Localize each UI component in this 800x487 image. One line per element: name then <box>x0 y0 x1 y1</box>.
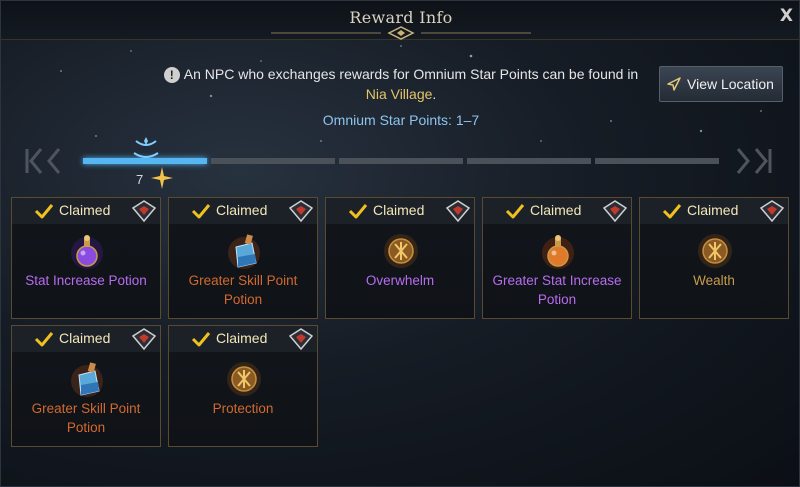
reward-name: Greater Skill Point Potion <box>171 271 315 309</box>
reward-name-line1: Protection <box>212 401 274 416</box>
tier-badge-icon <box>288 200 314 227</box>
claimed-status: Claimed <box>687 202 739 218</box>
tier-badge-icon <box>131 328 157 355</box>
notice-text: An NPC who exchanges rewards for Omnium … <box>183 66 639 82</box>
reward-name-line1: Wealth <box>693 273 735 288</box>
claimed-status: Claimed <box>59 330 111 346</box>
check-icon <box>34 203 54 224</box>
reward-name: Stat Increase Potion <box>14 271 158 290</box>
card-header: Claimed <box>640 198 788 224</box>
rune-icon <box>693 229 737 273</box>
last-page-chevron-icon[interactable] <box>730 145 780 177</box>
reward-card[interactable]: Claimed Greater Stat Increase Potion <box>482 197 632 319</box>
reward-name: Greater Skill Point Potion <box>14 399 158 437</box>
card-header: Claimed <box>169 326 317 352</box>
card-header: Claimed <box>12 326 160 352</box>
card-header: Claimed <box>169 198 317 224</box>
progress-marker-icon <box>133 137 159 158</box>
claimed-status: Claimed <box>216 202 268 218</box>
reward-name-line2: Potion <box>537 292 577 307</box>
blue-potion-bottle-icon <box>222 229 266 273</box>
reward-card[interactable]: Claimed Greater Skill Point Potion <box>168 197 318 319</box>
reward-card[interactable]: Claimed Stat Increase Potion <box>11 197 161 319</box>
tier-badge-icon <box>131 200 157 227</box>
orange-potion-icon <box>536 229 580 273</box>
claimed-status: Claimed <box>59 202 111 218</box>
blue-potion-bottle-icon <box>65 357 109 401</box>
reward-name: Wealth <box>642 271 786 290</box>
check-icon <box>348 203 368 224</box>
check-icon <box>505 203 525 224</box>
info-icon: ! <box>163 67 180 84</box>
card-header: Claimed <box>12 198 160 224</box>
check-icon <box>191 203 211 224</box>
notice-location: Nia Village <box>365 86 433 102</box>
progress-segment <box>467 158 591 164</box>
claimed-status: Claimed <box>216 330 268 346</box>
reward-name-line1: Overwhelm <box>365 273 435 288</box>
check-icon <box>662 203 682 224</box>
claimed-status: Claimed <box>373 202 425 218</box>
title-ornament-icon <box>271 26 531 40</box>
reward-name: Greater Stat Increase Potion <box>485 271 629 309</box>
rune-icon <box>222 357 266 401</box>
progress-segment <box>211 158 335 164</box>
reward-name-line2: Potion <box>66 420 106 435</box>
reward-card[interactable]: Claimed Overwhelm <box>325 197 475 319</box>
compass-icon <box>667 77 681 91</box>
reward-card[interactable]: Claimed Protection <box>168 325 318 447</box>
card-header: Claimed <box>483 198 631 224</box>
reward-card[interactable]: Claimed Greater Skill Point Potion <box>11 325 161 447</box>
check-icon <box>191 331 211 352</box>
view-location-label: View Location <box>687 76 774 92</box>
current-points: 7 <box>136 172 144 187</box>
tier-badge-icon <box>602 200 628 227</box>
reward-name: Protection <box>171 399 315 418</box>
card-header: Claimed <box>326 198 474 224</box>
reward-name-line1: Stat Increase Potion <box>25 273 147 288</box>
tier-badge-icon <box>288 328 314 355</box>
reward-info-window: Reward Info X ! An NPC who exchanges rewa… <box>0 0 800 487</box>
npc-notice: ! An NPC who exchanges rewards for Omnium… <box>151 64 651 104</box>
reward-card[interactable]: Claimed Wealth <box>639 197 789 319</box>
close-button[interactable]: X <box>780 6 793 26</box>
reward-name-line1: Greater Skill Point <box>31 401 141 416</box>
rune-icon <box>379 229 423 273</box>
purple-potion-icon <box>65 229 109 273</box>
claimed-status: Claimed <box>530 202 582 218</box>
progress-segment <box>595 158 719 164</box>
reward-name-line2: Potion <box>223 292 263 307</box>
reward-name-line1: Greater Skill Point <box>188 273 298 288</box>
tier-badge-icon <box>759 200 785 227</box>
check-icon <box>34 331 54 352</box>
view-location-button[interactable]: View Location <box>659 66 783 102</box>
reward-name-line1: Greater Stat Increase <box>492 273 622 288</box>
first-page-chevron-icon[interactable] <box>23 145 73 177</box>
progress-segment <box>339 158 463 164</box>
star-point-icon <box>151 167 173 189</box>
reward-name: Overwhelm <box>328 271 472 290</box>
title-bar: Reward Info X <box>1 1 799 40</box>
tier-badge-icon <box>445 200 471 227</box>
points-range-label: Omnium Star Points: 1–7 <box>322 112 480 128</box>
notice-period: . <box>432 86 437 102</box>
